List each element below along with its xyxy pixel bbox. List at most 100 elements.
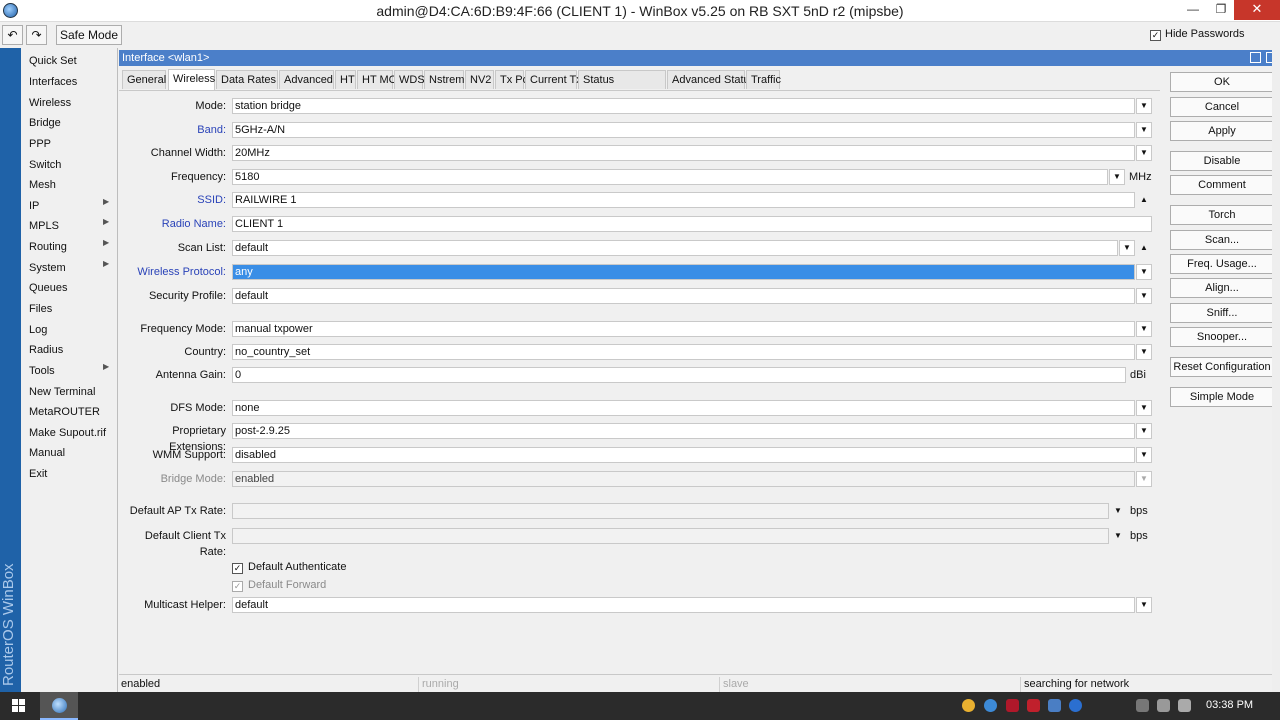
sidebar-item-bridge[interactable]: Bridge bbox=[29, 114, 61, 132]
tab-nv2[interactable]: NV2 bbox=[465, 70, 494, 89]
sidebar-item-ppp[interactable]: PPP bbox=[29, 135, 51, 153]
minimize-button[interactable]: — bbox=[1178, 0, 1208, 20]
channel-width-select[interactable]: 20MHz bbox=[232, 145, 1135, 161]
network-tray-icon[interactable] bbox=[1048, 699, 1061, 712]
tab-advanced[interactable]: Advanced bbox=[279, 70, 334, 89]
sidebar-item-exit[interactable]: Exit bbox=[29, 465, 47, 483]
maximize-button[interactable]: ❐ bbox=[1206, 0, 1236, 20]
wmm-support-dropdown-icon[interactable]: ▼ bbox=[1136, 447, 1152, 463]
mode-select[interactable]: station bridge bbox=[232, 98, 1135, 114]
tab-ht-mcs[interactable]: HT MCS bbox=[357, 70, 404, 89]
proprietary-extensions-dropdown-icon[interactable]: ▼ bbox=[1136, 423, 1152, 439]
default-ap-tx-rate-dropdown-icon[interactable]: ▼ bbox=[1110, 503, 1126, 519]
sidebar-item-interfaces[interactable]: Interfaces bbox=[29, 73, 77, 91]
tab-wireless[interactable]: Wireless bbox=[168, 69, 215, 90]
tab-traffic[interactable]: Traffic bbox=[746, 70, 781, 89]
sidebar-item-mpls[interactable]: MPLS bbox=[29, 217, 59, 235]
pdf-tray-icon[interactable] bbox=[1006, 699, 1019, 712]
sidebar-item-radius[interactable]: Radius bbox=[29, 341, 63, 359]
security-profile-select[interactable]: default bbox=[232, 288, 1135, 304]
ssid-collapse-icon[interactable]: ▲ bbox=[1136, 192, 1152, 208]
tab-current-tx-power[interactable]: Current Tx Power bbox=[525, 70, 616, 89]
default-client-tx-rate-dropdown-icon[interactable]: ▼ bbox=[1110, 528, 1126, 544]
default-client-tx-rate-input[interactable] bbox=[232, 528, 1109, 544]
scan-list-collapse-icon[interactable]: ▲ bbox=[1136, 240, 1152, 256]
proprietary-extensions-select[interactable]: post-2.9.25 bbox=[232, 423, 1135, 439]
cancel-button[interactable]: Cancel bbox=[1170, 97, 1274, 117]
acrobat-tray-icon[interactable] bbox=[1027, 699, 1040, 712]
torch-button[interactable]: Torch bbox=[1170, 205, 1274, 225]
align-button[interactable]: Align... bbox=[1170, 278, 1274, 298]
comment-button[interactable]: Comment bbox=[1170, 175, 1274, 195]
volume-tray-icon[interactable] bbox=[1178, 699, 1191, 712]
channel-width-dropdown-icon[interactable]: ▼ bbox=[1136, 145, 1152, 161]
hide-passwords-checkbox[interactable]: ✓ Hide Passwords bbox=[1150, 28, 1244, 41]
sidebar-item-tools[interactable]: Tools bbox=[29, 362, 55, 380]
close-button[interactable]: ✕ bbox=[1234, 0, 1280, 20]
apply-button[interactable]: Apply bbox=[1170, 121, 1274, 141]
sidebar-item-switch[interactable]: Switch bbox=[29, 156, 61, 174]
taskbar-clock[interactable]: 03:38 PM bbox=[1206, 699, 1253, 711]
sidebar-item-metarouter[interactable]: MetaROUTER bbox=[29, 403, 100, 421]
signal-tray-icon[interactable] bbox=[1157, 699, 1170, 712]
undo-button[interactable]: ↶ bbox=[2, 25, 23, 45]
sidebar-item-quick-set[interactable]: Quick Set bbox=[29, 52, 77, 70]
wireless-protocol-dropdown-icon[interactable]: ▼ bbox=[1136, 264, 1152, 280]
ok-button[interactable]: OK bbox=[1170, 72, 1274, 92]
tab-tx-power[interactable]: Tx Power bbox=[495, 70, 546, 89]
tab-data-rates[interactable]: Data Rates bbox=[216, 70, 278, 89]
scan-button[interactable]: Scan... bbox=[1170, 230, 1274, 250]
antenna-gain-input[interactable]: 0 bbox=[232, 367, 1126, 383]
windows-start-icon[interactable] bbox=[12, 699, 26, 713]
simple-mode-button[interactable]: Simple Mode bbox=[1170, 387, 1274, 407]
redo-button[interactable]: ↷ bbox=[26, 25, 47, 45]
frequency-mode-select[interactable]: manual txpower bbox=[232, 321, 1135, 337]
sidebar-item-make-supout-rif[interactable]: Make Supout.rif bbox=[29, 424, 106, 442]
taskbar-winbox-app[interactable] bbox=[40, 692, 78, 720]
wmm-support-select[interactable]: disabled bbox=[232, 447, 1135, 463]
sidebar-item-queues[interactable]: Queues bbox=[29, 279, 68, 297]
multicast-helper-dropdown-icon[interactable]: ▼ bbox=[1136, 597, 1152, 613]
safe-mode-button[interactable]: Safe Mode bbox=[56, 25, 122, 45]
sidebar-item-mesh[interactable]: Mesh bbox=[29, 176, 56, 194]
tab-status[interactable]: Status bbox=[578, 70, 666, 89]
winbox-tray-icon[interactable] bbox=[984, 699, 997, 712]
frequency-dropdown-icon[interactable]: ▼ bbox=[1109, 169, 1125, 185]
disable-button[interactable]: Disable bbox=[1170, 151, 1274, 171]
chrome-tray-icon[interactable] bbox=[962, 699, 975, 712]
frequency-select[interactable]: 5180 bbox=[232, 169, 1108, 185]
sidebar-item-system[interactable]: System bbox=[29, 259, 66, 277]
wireless-protocol-select[interactable]: any bbox=[232, 264, 1135, 280]
scan-list-dropdown-icon[interactable]: ▼ bbox=[1119, 240, 1135, 256]
country-dropdown-icon[interactable]: ▼ bbox=[1136, 344, 1152, 360]
country-select[interactable]: no_country_set bbox=[232, 344, 1135, 360]
band-select[interactable]: 5GHz-A/N bbox=[232, 122, 1135, 138]
sidebar-item-ip[interactable]: IP bbox=[29, 197, 39, 215]
security-profile-dropdown-icon[interactable]: ▼ bbox=[1136, 288, 1152, 304]
device-tray-icon[interactable] bbox=[1136, 699, 1149, 712]
vertical-scrollbar[interactable] bbox=[1272, 50, 1280, 693]
scan-list-select[interactable]: default bbox=[232, 240, 1118, 256]
multicast-helper-select[interactable]: default bbox=[232, 597, 1135, 613]
radio-name-input[interactable]: CLIENT 1 bbox=[232, 216, 1152, 232]
frequency-mode-dropdown-icon[interactable]: ▼ bbox=[1136, 321, 1152, 337]
reset-configuration-button[interactable]: Reset Configuration bbox=[1170, 357, 1274, 377]
sidebar-item-new-terminal[interactable]: New Terminal bbox=[29, 383, 95, 401]
sidebar-item-wireless[interactable]: Wireless bbox=[29, 94, 71, 112]
sidebar-item-manual[interactable]: Manual bbox=[29, 444, 65, 462]
default-ap-tx-rate-input[interactable] bbox=[232, 503, 1109, 519]
dialog-restore-icon[interactable] bbox=[1250, 52, 1261, 63]
band-dropdown-icon[interactable]: ▼ bbox=[1136, 122, 1152, 138]
tab-wds[interactable]: WDS bbox=[394, 70, 425, 89]
sniff-button[interactable]: Sniff... bbox=[1170, 303, 1274, 323]
tab-ht[interactable]: HT bbox=[335, 70, 356, 89]
sidebar-item-log[interactable]: Log bbox=[29, 321, 47, 339]
freq-usage-button[interactable]: Freq. Usage... bbox=[1170, 254, 1274, 274]
tab-general[interactable]: General bbox=[122, 70, 166, 89]
default-authenticate-checkbox[interactable]: ✓ Default Authenticate bbox=[232, 560, 346, 574]
snooper-button[interactable]: Snooper... bbox=[1170, 327, 1274, 347]
tab-advanced-status[interactable]: Advanced Status bbox=[667, 70, 755, 89]
tab-nstreme[interactable]: Nstreme bbox=[424, 70, 471, 89]
hide-passwords-check-icon[interactable]: ✓ bbox=[1150, 30, 1161, 41]
sidebar-item-routing[interactable]: Routing bbox=[29, 238, 67, 256]
